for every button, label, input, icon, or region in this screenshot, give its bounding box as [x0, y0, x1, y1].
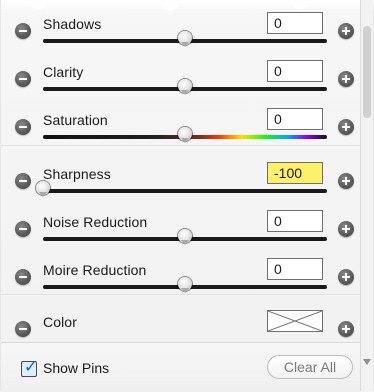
moire-reduction-plus-icon[interactable]	[338, 269, 354, 285]
footer-bar: ✓ Show Pins Clear All	[1, 342, 363, 392]
row-color: Color	[1, 298, 361, 346]
saturation-value-field[interactable]: 0	[267, 108, 323, 130]
clarity-slider[interactable]	[43, 79, 327, 95]
show-pins-checkbox[interactable]: ✓	[21, 359, 38, 377]
clarity-label: Clarity	[43, 64, 84, 80]
row-moire-reduction: Moire Reduction 0	[1, 246, 361, 294]
shadows-minus-icon[interactable]	[15, 23, 31, 39]
noise-reduction-plus-icon[interactable]	[338, 221, 354, 237]
moire-reduction-value-field[interactable]: 0	[267, 258, 323, 280]
sharpness-plus-icon[interactable]	[338, 173, 354, 189]
slider-thumb[interactable]	[178, 31, 192, 47]
row-sharpness: Sharpness -100	[1, 150, 361, 198]
vertical-scrollbar[interactable]	[360, 0, 373, 391]
adjustment-brush-panel: Shadows 0 Clarity 0 Saturation 0 Sharpne…	[0, 0, 374, 392]
clarity-value-field[interactable]: 0	[267, 60, 323, 82]
noise-reduction-minus-icon[interactable]	[15, 221, 31, 237]
noise-reduction-slider[interactable]	[43, 229, 327, 245]
scroll-down-arrow-icon[interactable]	[363, 359, 371, 365]
noise-reduction-value-field[interactable]: 0	[267, 210, 323, 232]
no-color-x-icon	[268, 311, 322, 331]
row-clarity: Clarity 0	[1, 48, 361, 96]
color-swatch[interactable]	[267, 310, 323, 332]
clarity-plus-icon[interactable]	[338, 71, 354, 87]
sharpness-value-field[interactable]: -100	[267, 162, 323, 184]
noise-reduction-label: Noise Reduction	[43, 214, 148, 230]
saturation-label: Saturation	[43, 112, 108, 128]
shadows-label: Shadows	[43, 16, 102, 32]
color-label: Color	[43, 314, 77, 330]
row-saturation: Saturation 0	[1, 96, 361, 144]
row-noise-reduction: Noise Reduction 0	[1, 198, 361, 246]
sharpness-minus-icon[interactable]	[15, 173, 31, 189]
show-pins-label: Show Pins	[43, 360, 110, 376]
scrollbar-thumb[interactable]	[363, 26, 371, 118]
checkmark-icon: ✓	[24, 359, 38, 376]
section-divider	[1, 294, 361, 296]
slider-thumb[interactable]	[178, 277, 192, 293]
section-divider	[1, 145, 361, 147]
slider-thumb[interactable]	[178, 79, 192, 95]
clarity-minus-icon[interactable]	[15, 71, 31, 87]
slider-thumb[interactable]	[36, 181, 50, 197]
sharpness-label: Sharpness	[43, 166, 111, 182]
moire-reduction-minus-icon[interactable]	[15, 269, 31, 285]
shadows-plus-icon[interactable]	[338, 23, 354, 39]
slider-thumb[interactable]	[178, 127, 192, 143]
color-minus-icon[interactable]	[15, 321, 31, 337]
moire-reduction-slider[interactable]	[43, 277, 327, 293]
saturation-minus-icon[interactable]	[15, 119, 31, 135]
moire-reduction-label: Moire Reduction	[43, 262, 147, 278]
shadows-slider[interactable]	[43, 31, 327, 47]
sharpness-slider[interactable]	[36, 181, 327, 197]
saturation-slider[interactable]	[43, 127, 327, 143]
slider-thumb[interactable]	[178, 229, 192, 245]
clear-all-button[interactable]: Clear All	[267, 355, 353, 379]
color-plus-icon[interactable]	[338, 321, 354, 337]
shadows-value-field[interactable]: 0	[267, 12, 323, 34]
row-shadows: Shadows 0	[1, 0, 361, 48]
saturation-plus-icon[interactable]	[338, 119, 354, 135]
